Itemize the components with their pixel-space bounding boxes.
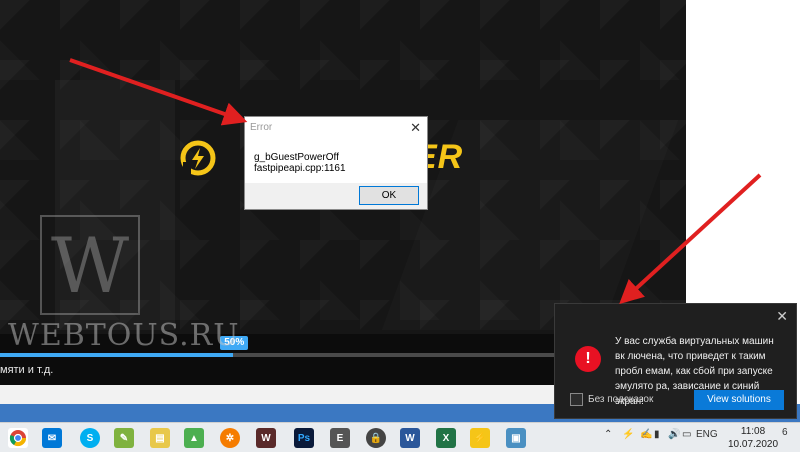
app-icon[interactable]: E: [330, 428, 350, 448]
language-indicator[interactable]: ENG: [696, 429, 718, 440]
winrar-icon[interactable]: W: [256, 428, 276, 448]
clock[interactable]: 11:08 10.07.2020: [728, 425, 778, 451]
photoshop-icon[interactable]: Ps: [294, 428, 314, 448]
excel-icon[interactable]: X: [436, 428, 456, 448]
chrome-icon[interactable]: [8, 428, 28, 448]
window-bottom-strip: [0, 385, 555, 404]
status-text: мяти и т.д.: [0, 364, 54, 376]
notification-popup: ✕ ! У вас служба виртуальных машин вк лю…: [554, 303, 797, 419]
ldplayer-icon[interactable]: ⚡: [470, 428, 490, 448]
gear-icon[interactable]: ✲: [220, 428, 240, 448]
photos-icon[interactable]: ▲: [184, 428, 204, 448]
close-icon[interactable]: ✕: [410, 120, 421, 136]
dialog-title: Error: [250, 122, 273, 133]
notepad-icon[interactable]: ✎: [114, 428, 134, 448]
mail-icon[interactable]: ✉: [42, 428, 62, 448]
watermark-letter: W: [50, 220, 130, 310]
chevron-up-icon[interactable]: ⌃: [604, 429, 612, 440]
notification-count: 6: [782, 427, 788, 438]
close-icon[interactable]: ✕: [776, 308, 788, 325]
word-icon[interactable]: W: [400, 428, 420, 448]
error-dialog: Error ✕ g_bGuestPowerOff fastpipeapi.cpp…: [244, 116, 428, 210]
ok-button[interactable]: OK: [359, 186, 419, 205]
lock-icon[interactable]: 🔒: [366, 428, 386, 448]
battery-icon[interactable]: ▮: [654, 429, 660, 440]
pen-icon[interactable]: ✍: [640, 429, 652, 440]
warning-icon: !: [575, 346, 601, 372]
virtualbox-icon[interactable]: ▣: [506, 428, 526, 448]
watermark-logo: W: [40, 215, 140, 315]
progress-fill: [0, 353, 234, 357]
volume-icon[interactable]: 🔊: [668, 429, 680, 440]
clock-date: 10.07.2020: [728, 439, 779, 450]
monitor-icon[interactable]: ▭: [682, 429, 691, 440]
view-solutions-button[interactable]: View solutions: [694, 390, 784, 410]
taskbar: ✉ S ✎ ▤ ▲ ✲ W Ps E 🔒 W X ⚡ ▣ ⌃ ⚡ ✍ ▮ 🔊 ▭…: [0, 422, 800, 452]
documents-icon[interactable]: ▤: [150, 428, 170, 448]
clock-time: 11:08: [740, 426, 766, 437]
skype-icon[interactable]: S: [80, 428, 100, 448]
lightning-icon: [180, 140, 216, 175]
ldplayer-tray-icon[interactable]: ⚡: [622, 429, 634, 440]
no-hints-checkbox[interactable]: [570, 393, 583, 406]
dialog-titlebar: Error ✕: [245, 117, 427, 139]
watermark-site: WEBTOUS.RU: [8, 318, 240, 353]
no-hints-label: Без подсказок: [588, 394, 654, 405]
dialog-body: g_bGuestPowerOff fastpipeapi.cpp:1161: [245, 139, 427, 183]
error-message: g_bGuestPowerOff fastpipeapi.cpp:1161: [254, 152, 346, 174]
notification-center-icon[interactable]: 6: [782, 427, 788, 438]
